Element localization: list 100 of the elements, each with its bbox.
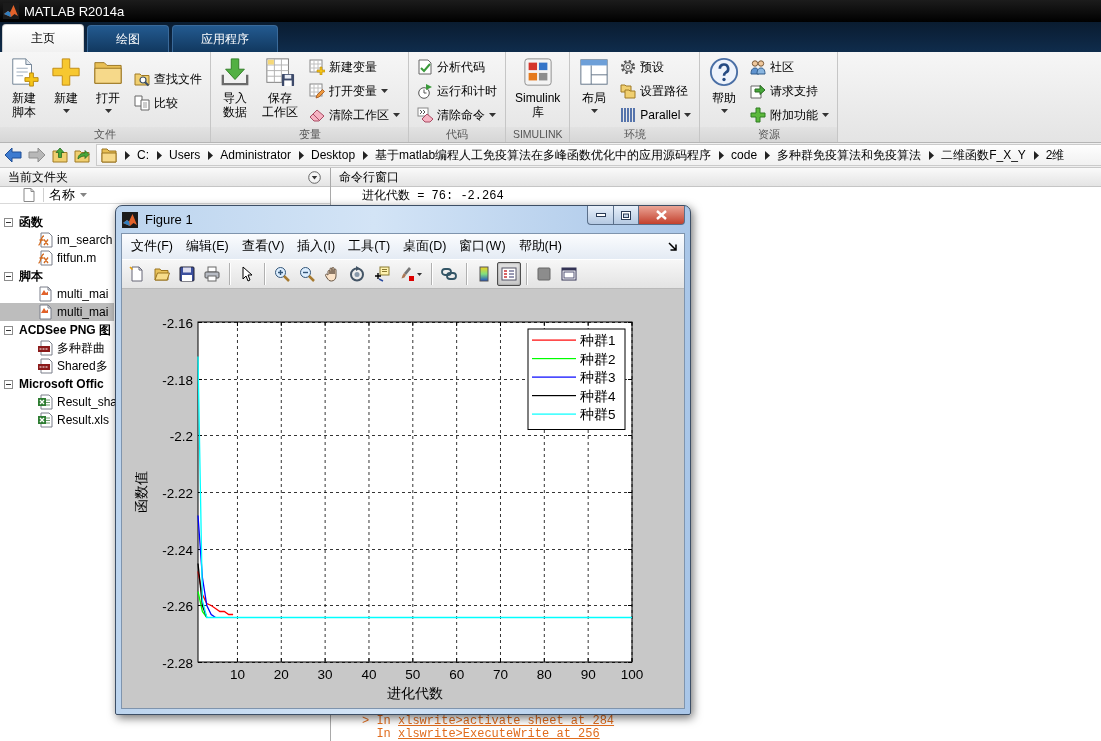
breadcrumb[interactable]: 二维函数F_X_Y	[941, 146, 1026, 164]
ribbon-button[interactable]: 打开变量	[307, 79, 402, 103]
ribbon-tab[interactable]: 应用程序	[172, 25, 278, 52]
file-item[interactable]: multi_mai	[0, 285, 114, 303]
ribbon-button[interactable]: 请求支持	[748, 79, 832, 103]
ribbon-button[interactable]: 运行和计时	[415, 79, 499, 103]
collapse-icon[interactable]	[4, 325, 13, 335]
breadcrumb[interactable]: 基于matlab编程人工免疫算法在多峰函数优化中的应用源码程序	[375, 146, 712, 164]
menu-item[interactable]: 编辑(E)	[180, 238, 234, 255]
menu-item[interactable]: 文件(F)	[126, 238, 178, 255]
menu-item[interactable]: 插入(I)	[292, 238, 341, 255]
ribbon-button[interactable]: 新建变量	[307, 55, 402, 79]
ribbon-button[interactable]: 布局	[576, 55, 613, 127]
axis-tick-label: 90	[580, 667, 596, 682]
ribbon-button[interactable]: 设置路径	[618, 79, 694, 103]
axis-tick-label: -2.16	[162, 315, 193, 331]
ribbon-button[interactable]: 帮助	[706, 55, 743, 127]
breadcrumb[interactable]: Users	[169, 148, 201, 162]
ribbon-tab[interactable]: 绘图	[87, 25, 169, 52]
legend-line-icon	[532, 339, 576, 341]
close-button[interactable]	[639, 206, 685, 225]
file-item[interactable]: Shared多	[0, 357, 114, 375]
function-file-icon	[37, 232, 53, 248]
ribbon-button[interactable]: 导入 数据	[217, 55, 253, 127]
menu-item[interactable]: 窗口(W)	[454, 238, 511, 255]
document-icon	[22, 188, 36, 202]
ribbon-button[interactable]: 清除工作区	[307, 103, 402, 127]
people-icon	[750, 59, 767, 75]
toolbar-button[interactable]	[497, 262, 521, 286]
open-folder-icon	[154, 266, 170, 282]
ribbon-button[interactable]: 比较	[132, 91, 204, 115]
ribbon-button[interactable]: 新建 脚本	[6, 55, 42, 127]
zoom-out-icon	[299, 266, 315, 282]
breadcrumb[interactable]: 2维	[1045, 146, 1065, 164]
folders-icon	[620, 83, 637, 99]
breadcrumb[interactable]: Desktop	[311, 148, 356, 162]
ribbon-button[interactable]: Parallel	[618, 103, 694, 127]
axis-tick-label: 70	[492, 667, 508, 682]
menu-item[interactable]: 桌面(D)	[398, 238, 452, 255]
panel-title: 命令行窗口	[339, 168, 399, 186]
chevron-icon	[765, 150, 771, 160]
folder-icon	[101, 147, 117, 163]
chevron-icon	[125, 150, 130, 160]
ribbon-button[interactable]: 保存 工作区	[259, 55, 301, 127]
close-icon	[656, 210, 667, 220]
menu-item[interactable]: 帮助(H)	[513, 238, 567, 255]
dock-arrow-icon[interactable]	[668, 242, 677, 251]
ribbon-button[interactable]: 分析代码	[415, 55, 499, 79]
image-file-icon	[37, 358, 53, 374]
menu-item[interactable]: 工具(T)	[343, 238, 396, 255]
path-field[interactable]: C: Users Administrator Desktop 基于matlab编程人工免疫算法在多峰函数优化中的应用源码程序 code 多种群免疫算法和免疫算法 二维函数F_X_Y 2维	[96, 144, 1101, 166]
folder-up-icon[interactable]	[52, 147, 68, 163]
breadcrumb[interactable]: Administrator	[220, 148, 292, 162]
layout-icon	[579, 57, 610, 87]
file-item[interactable]: im_search	[0, 231, 114, 249]
axis-tick-label: -2.22	[162, 485, 193, 501]
collapse-icon[interactable]	[4, 379, 13, 389]
collapse-icon[interactable]	[4, 217, 13, 227]
file-item[interactable]: 多种群曲	[0, 339, 114, 357]
chevron-icon	[929, 150, 935, 160]
folder-arrow-icon[interactable]	[74, 147, 90, 163]
ribbon-button[interactable]: 附加功能	[748, 103, 832, 127]
file-item[interactable]: Result.xls	[0, 411, 114, 429]
breadcrumb[interactable]: code	[731, 148, 758, 162]
ribbon-group-label: 代码	[409, 127, 505, 142]
table-save-icon	[265, 57, 295, 87]
menu-item[interactable]: 查看(V)	[236, 238, 290, 255]
breadcrumb[interactable]: C:	[137, 148, 149, 162]
group-label: Microsoft Offic	[19, 377, 104, 391]
table-pencil-icon	[309, 83, 325, 99]
file-item[interactable]: Result_sha	[0, 393, 114, 411]
ribbon-button[interactable]: 查找文件	[132, 67, 204, 91]
ribbon-button[interactable]: 社区	[748, 55, 832, 79]
chevron-icon	[208, 150, 214, 160]
chevron-icon	[363, 150, 369, 160]
pointer-icon	[239, 266, 255, 282]
ribbon-button[interactable]: 清除命令	[415, 103, 499, 127]
breadcrumb[interactable]: 多种群免疫算法和免疫算法	[777, 146, 922, 164]
bars-icon	[620, 107, 637, 123]
documents-icon	[134, 95, 150, 111]
collapse-icon[interactable]	[4, 271, 13, 281]
hand-icon	[324, 266, 340, 282]
ribbon-button[interactable]: Simulink 库	[512, 55, 564, 127]
ribbon-tab[interactable]: 主页	[2, 24, 84, 52]
minimize-button[interactable]	[587, 206, 613, 225]
column-heading[interactable]: 名称	[49, 186, 87, 204]
ribbon-button[interactable]: 新建	[48, 55, 84, 127]
save-icon	[179, 266, 195, 282]
spreadsheet-file-icon	[37, 394, 53, 410]
new-document-icon	[129, 266, 145, 282]
square-icon	[536, 266, 552, 282]
back-arrow-icon[interactable]	[4, 147, 22, 163]
ribbon-button[interactable]: 预设	[618, 55, 694, 79]
maximize-button[interactable]	[613, 206, 639, 225]
file-item[interactable]: fitfun.m	[0, 249, 114, 267]
legend-label: 种群4	[580, 388, 616, 404]
table-plus-icon	[309, 59, 325, 75]
file-item[interactable]: multi_mai	[0, 303, 114, 321]
ribbon-button[interactable]: 打开	[90, 55, 126, 127]
dropdown-icon[interactable]	[308, 170, 321, 184]
